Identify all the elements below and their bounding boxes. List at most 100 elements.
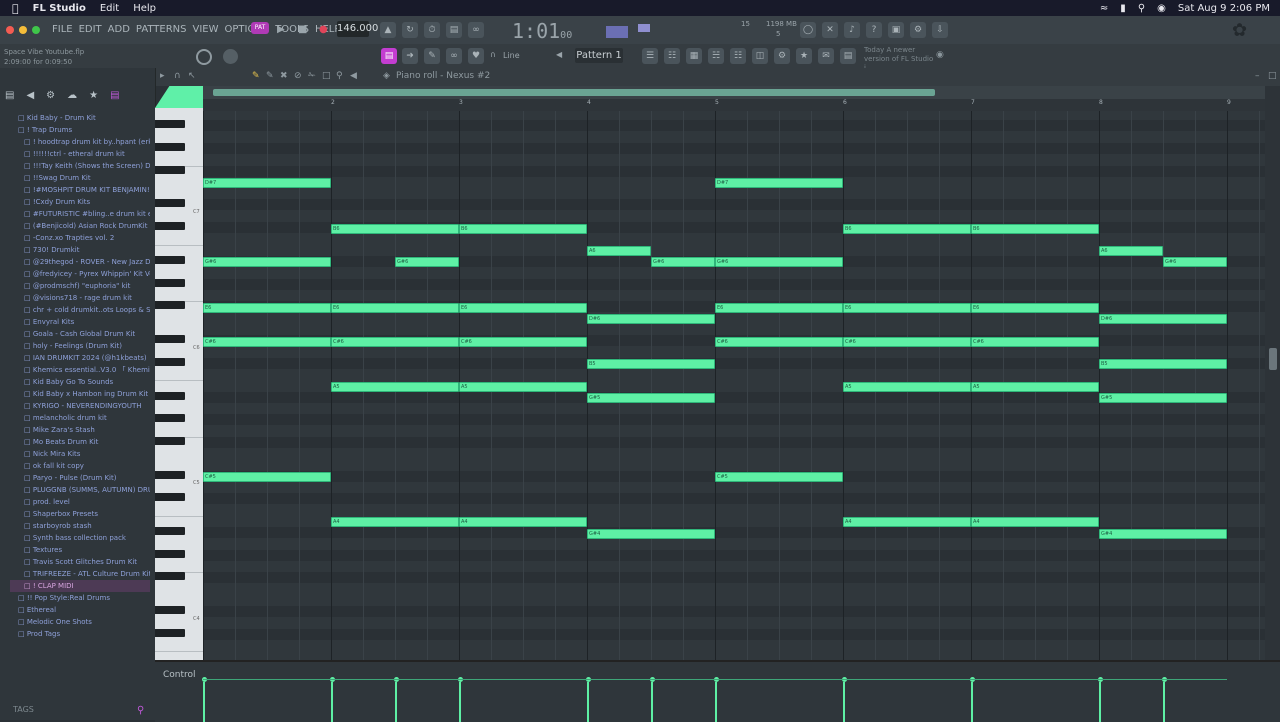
- save-icon[interactable]: ▣: [888, 22, 904, 38]
- midi-note[interactable]: A5: [459, 381, 587, 392]
- browser-item[interactable]: □ Khemics essential..V3.0 「 Khemics™ 」: [10, 364, 150, 376]
- browser-item[interactable]: □ @prodmschf) "euphoria" kit: [10, 280, 150, 292]
- midi-note[interactable]: D#6: [587, 313, 715, 324]
- midi-note[interactable]: C#6: [971, 336, 1099, 347]
- tempo-display[interactable]: 146.000: [337, 21, 378, 37]
- control-event-stem[interactable]: [651, 682, 653, 722]
- browser-plugin-icon[interactable]: ⚙: [46, 90, 55, 106]
- midi-note[interactable]: A4: [971, 517, 1099, 528]
- black-key[interactable]: [155, 391, 185, 400]
- zoom-tool-icon[interactable]: ⚲: [336, 71, 343, 81]
- horizontal-scrollbar[interactable]: [203, 86, 1265, 99]
- record-icon[interactable]: ●: [319, 24, 328, 35]
- browser-item[interactable]: □ chr + cold drumkit..ots Loops & Sample…: [10, 304, 150, 316]
- black-key[interactable]: [155, 335, 185, 343]
- stop-icon[interactable]: ■: [298, 24, 307, 35]
- browser-item[interactable]: □ !!!Tay Keith (Shows the Screen) Drumki…: [10, 160, 150, 172]
- control-event-stem[interactable]: [331, 682, 333, 722]
- midi-note[interactable]: E6: [459, 302, 587, 313]
- mic-icon[interactable]: ♪: [844, 22, 860, 38]
- black-key[interactable]: [155, 493, 185, 502]
- feedback-icon[interactable]: ✉: [818, 48, 834, 64]
- browser-item[interactable]: □ @visions718 - rage drum kit: [10, 292, 150, 304]
- control-event-stem[interactable]: [1163, 682, 1165, 722]
- midi-note[interactable]: B6: [843, 223, 971, 234]
- magnet-icon[interactable]: ∩: [490, 50, 496, 59]
- metronome-icon[interactable]: ▲: [380, 22, 396, 38]
- black-key[interactable]: [155, 527, 185, 536]
- black-key[interactable]: [155, 414, 185, 423]
- midi-note[interactable]: C#6: [843, 336, 971, 347]
- vertical-scroll-thumb[interactable]: [1269, 348, 1277, 370]
- browser-icon[interactable]: ☷: [730, 48, 746, 64]
- browser-item[interactable]: □ Textures: [10, 544, 150, 556]
- black-key[interactable]: [155, 255, 185, 264]
- black-key[interactable]: [155, 222, 185, 230]
- browser-star-icon[interactable]: ★: [89, 90, 98, 106]
- midi-note[interactable]: E6: [331, 302, 459, 313]
- draw-tool-icon[interactable]: ✎: [252, 71, 260, 81]
- midi-note[interactable]: D#6: [1099, 313, 1227, 324]
- play-icon[interactable]: ▶: [277, 24, 285, 35]
- mixer-faders-icon[interactable]: ☵: [708, 48, 724, 64]
- browser-item[interactable]: □ Travis Scott Glitches Drum Kit: [10, 556, 150, 568]
- browser-item[interactable]: □ (#Benjicold) Asian Rock DrumKit: [10, 220, 150, 232]
- midi-note[interactable]: A5: [331, 381, 459, 392]
- fl-menu-add[interactable]: ADD: [108, 24, 130, 35]
- midi-note[interactable]: B5: [587, 359, 715, 370]
- control-event-stem[interactable]: [395, 682, 397, 722]
- browser-item[interactable]: □ Synth bass collection pack: [10, 532, 150, 544]
- tag-search-icon[interactable]: ⚲: [137, 705, 144, 716]
- play-tool-icon[interactable]: ↖: [188, 71, 196, 81]
- arrow-right-icon[interactable]: ➜: [402, 48, 418, 64]
- midi-note[interactable]: A5: [843, 381, 971, 392]
- browser-item[interactable]: □ #FUTURISTIC #bling..e drum kit essenti…: [10, 208, 150, 220]
- browser-item[interactable]: □ ! CLAP MIDI: [10, 580, 150, 592]
- control-event-stem[interactable]: [843, 682, 845, 722]
- horizontal-scroll-thumb[interactable]: [213, 89, 935, 96]
- piano-roll-icon[interactable]: ▦: [686, 48, 702, 64]
- browser-item[interactable]: □ starboyrob stash: [10, 520, 150, 532]
- midi-note[interactable]: G#5: [1099, 393, 1227, 403]
- control-lane[interactable]: Control: [155, 660, 1280, 722]
- browser-item[interactable]: □ 730! Drumkit: [10, 244, 150, 256]
- control-event-stem[interactable]: [715, 682, 717, 722]
- midi-note[interactable]: G#4: [1099, 528, 1227, 539]
- link-icon[interactable]: ∞: [446, 48, 462, 64]
- browser-item[interactable]: □ ok fall kit copy: [10, 460, 150, 472]
- menubar-clock[interactable]: Sat Aug 9 2:06 PM: [1178, 3, 1270, 14]
- midi-note[interactable]: G#6: [715, 257, 843, 268]
- midi-note[interactable]: E6: [843, 302, 971, 313]
- step-edit-icon[interactable]: ▤: [446, 22, 462, 38]
- search-icon[interactable]: ⚲: [1138, 3, 1145, 14]
- black-key[interactable]: [155, 357, 185, 366]
- macro-icon[interactable]: ▤: [840, 48, 856, 64]
- note-grid[interactable]: D#7 D#7 B6 B6 B6 B6 A6 A6 G#6 G#6 G#6 G#6 G#6 E6 E6 E6 E…: [203, 111, 1265, 660]
- plugin-database-icon[interactable]: ◫: [752, 48, 768, 64]
- minimize-window-button[interactable]: [19, 26, 27, 34]
- browser-item[interactable]: □ prod. level: [10, 496, 150, 508]
- black-key[interactable]: [155, 436, 185, 445]
- delete-tool-icon[interactable]: ✖: [280, 71, 288, 81]
- browser-item[interactable]: □ -Conz.xo Trapties vol. 2: [10, 232, 150, 244]
- control-event-stem[interactable]: [203, 682, 205, 722]
- midi-note[interactable]: G#6: [395, 257, 459, 268]
- browser-item[interactable]: □ !!!!!!ctrl - etheral drum kit: [10, 148, 150, 160]
- tags-label[interactable]: TAGS: [13, 705, 34, 714]
- midi-note[interactable]: E6: [971, 302, 1099, 313]
- blend-notes-icon[interactable]: ∞: [468, 22, 484, 38]
- midi-note[interactable]: A6: [587, 246, 651, 257]
- control-lane-label[interactable]: Control: [163, 670, 196, 680]
- browser-item[interactable]: □ Ethereal: [10, 604, 150, 616]
- midi-note[interactable]: B6: [971, 223, 1099, 234]
- midi-note[interactable]: C#5: [715, 472, 843, 483]
- browser-item[interactable]: □ Kid Baby - Drum Kit: [10, 112, 150, 124]
- wifi-icon[interactable]: ≈: [1100, 3, 1108, 14]
- browser-item[interactable]: □ IAN DRUMKIT 2024 (@h1kbeats): [10, 352, 150, 364]
- browser-item[interactable]: □ ! hoodtrap drum kit by..hpant (erk kit…: [10, 136, 150, 148]
- master-volume-knob[interactable]: [196, 49, 212, 65]
- loop-record-icon[interactable]: ↻: [402, 22, 418, 38]
- countdown-icon[interactable]: ⏱: [424, 22, 440, 38]
- close-window-button[interactable]: [6, 26, 14, 34]
- black-key[interactable]: [155, 470, 185, 479]
